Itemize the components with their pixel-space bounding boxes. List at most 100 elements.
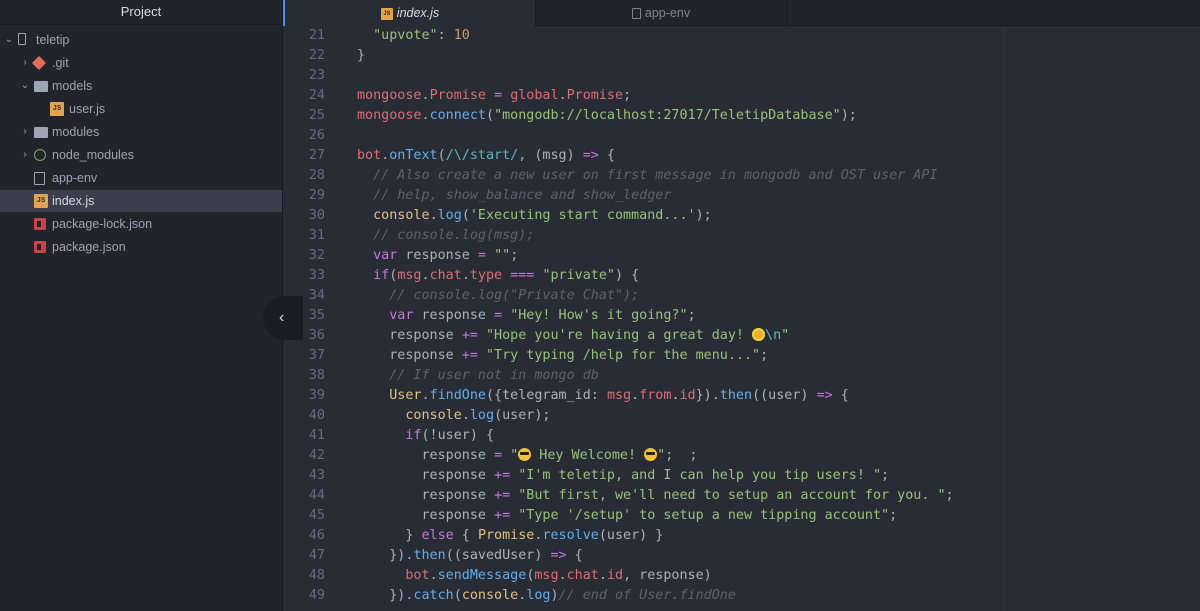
tab-index-js[interactable]: JS index.js xyxy=(283,0,535,26)
tree-item-modules[interactable]: › modules xyxy=(0,121,282,143)
tree-item-package-json[interactable]: package.json xyxy=(0,236,282,258)
code-token: response xyxy=(413,308,495,323)
code-token: { xyxy=(832,388,849,403)
code-token: var xyxy=(373,248,398,263)
line-text: // If user not in mongo db xyxy=(357,366,599,386)
sunflower-emoji-icon xyxy=(752,328,766,341)
chevron-down-icon[interactable]: ⌄ xyxy=(20,75,30,97)
code-token: => xyxy=(582,148,599,163)
code-token: catch xyxy=(413,588,454,603)
line-number: 25 xyxy=(308,108,325,123)
tab-app-env[interactable]: app-env xyxy=(535,0,787,26)
line-number: 48 xyxy=(308,568,325,583)
code-token: "Try typing /help for the menu..." xyxy=(486,348,761,363)
collapse-sidebar-button[interactable]: ‹ xyxy=(263,296,303,340)
code-token: . xyxy=(558,88,567,103)
file-icon xyxy=(631,8,641,20)
code-token: 10 xyxy=(453,28,470,43)
code-token: "" xyxy=(494,248,511,263)
code-token: ) { xyxy=(615,268,640,283)
line-number: 44 xyxy=(308,488,325,503)
code-token: => xyxy=(550,548,567,563)
tree-item-label: package.json xyxy=(52,240,126,254)
code-token: . xyxy=(461,268,470,283)
line-text: mongoose.Promise = global.Promise; xyxy=(357,86,631,106)
tree-item-label: user.js xyxy=(69,102,106,116)
code-token: console xyxy=(461,588,519,603)
tree-item-index-js[interactable]: JS index.js xyxy=(0,190,282,212)
tree-item-label: package-lock.json xyxy=(52,217,153,231)
chevron-right-icon[interactable]: › xyxy=(20,52,30,74)
code-token: "Hope you're having a great day! xyxy=(486,328,753,343)
chevron-right-icon[interactable]: › xyxy=(20,121,30,143)
code-token: response xyxy=(357,328,462,343)
line-number: 29 xyxy=(308,188,325,203)
code-token: log xyxy=(469,408,495,423)
tree-item-user-js[interactable]: JS user.js xyxy=(0,98,282,120)
code-token: log xyxy=(437,208,462,223)
code-token: msg xyxy=(397,268,422,283)
code-token: // Also create a new user on first messa… xyxy=(373,168,938,183)
line-text: response += "Hope you're having a great … xyxy=(357,326,789,346)
code-token: global xyxy=(510,88,559,103)
tree-item-label: modules xyxy=(52,125,100,139)
code-token: += xyxy=(494,508,511,523)
line-number: 21 xyxy=(308,28,325,43)
tree-item-git[interactable]: › .git xyxy=(0,52,282,74)
line-number: 28 xyxy=(308,168,325,183)
code-token: msg xyxy=(534,568,559,583)
code-token: } xyxy=(357,528,422,543)
code-token: = xyxy=(477,248,486,263)
code-token: msg xyxy=(606,388,632,403)
code-token: // end of User.findOne xyxy=(558,588,736,603)
code-token: ; xyxy=(760,348,769,363)
line-number: 42 xyxy=(308,448,325,463)
code-token: ( xyxy=(453,588,462,603)
tree-item-package-lock-json[interactable]: package-lock.json xyxy=(0,213,282,235)
tree-item-label: .git xyxy=(52,56,69,70)
code-token: // If user not in mongo db xyxy=(389,368,599,383)
line-text: // console.log("Private Chat"); xyxy=(357,286,639,306)
tree-item-models[interactable]: ⌄ models xyxy=(0,75,282,97)
code-token: ((savedUser) xyxy=(445,548,551,563)
line-text: } else { Promise.resolve(user) } xyxy=(357,526,663,546)
code-token: ; xyxy=(687,308,696,323)
wrap-guide xyxy=(1004,26,1005,611)
tree-item-label: app-env xyxy=(52,171,98,185)
chevron-right-icon[interactable]: › xyxy=(20,144,30,166)
code-token: response xyxy=(357,448,495,463)
code-token: ; ; xyxy=(665,448,698,463)
code-token: then xyxy=(413,548,446,563)
code-token: connect xyxy=(429,108,486,123)
code-token: = xyxy=(494,448,503,463)
chevron-down-icon[interactable]: ⌄ xyxy=(4,29,14,51)
line-text: }).then((savedUser) => { xyxy=(357,546,583,566)
code-token: log xyxy=(526,588,551,603)
code-token: === xyxy=(510,268,535,283)
code-token: console xyxy=(405,408,462,423)
tree-item-app-env[interactable]: app-env xyxy=(0,167,282,189)
tree-item-label: index.js xyxy=(52,194,95,208)
line-number: 31 xyxy=(308,228,325,243)
code-token: . xyxy=(558,568,567,583)
project-sidebar: Project ⌄ teletip › .git ⌄ models JS user.js › mo… xyxy=(0,0,282,611)
tree-item-node-modules[interactable]: › node_modules xyxy=(0,144,282,166)
line-text: bot.sendMessage(msg.chat.id, response) xyxy=(357,566,712,586)
git-icon xyxy=(31,55,47,71)
tree-item-teletip[interactable]: ⌄ teletip xyxy=(0,29,282,51)
code-token: ; xyxy=(881,468,890,483)
code-token: { xyxy=(566,548,583,563)
code-token: , response) xyxy=(623,568,712,583)
code-token: "Hey! How's it going?" xyxy=(510,308,688,323)
code-token: . xyxy=(421,388,430,403)
line-text: var response = "Hey! How's it going?"; xyxy=(357,306,696,326)
code-token: /\/start/ xyxy=(445,148,519,163)
